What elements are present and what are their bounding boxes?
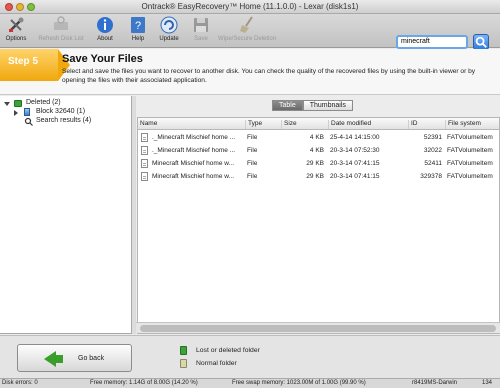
column-size[interactable]: Size (281, 120, 297, 129)
tab-thumbnails[interactable]: Thumbnails (302, 100, 353, 111)
disk-errors: Disk errors: 0 (2, 380, 38, 386)
refresh-disk-icon (54, 16, 68, 30)
folder-tree: Deleted (2) Block 32640 (1) Search resul… (0, 96, 132, 334)
search-input[interactable]: minecraft (396, 35, 468, 49)
update-icon (160, 16, 178, 34)
title-bar: Ontrack® EasyRecovery™ Home (11.1.0.0) -… (0, 0, 500, 14)
about-button[interactable]: About (93, 16, 117, 46)
search-icon (475, 36, 487, 48)
free-memory: Free memory: 1.14G of 8.00G (14.20 %) (90, 380, 198, 386)
results-panel: Table Thumbnails Name Type Size Date mod… (136, 96, 500, 334)
file-icon (141, 146, 148, 155)
lost-folder-icon (14, 100, 22, 107)
search-button[interactable] (473, 34, 489, 50)
tab-table[interactable]: Table (272, 100, 303, 111)
build-info: r8419MS-Darwin (412, 380, 458, 386)
table-row[interactable]: ._Minecraft Mischief home ... File 4 KB … (138, 144, 499, 157)
table-header: Name Type Size Date modified ID File sys… (138, 118, 499, 130)
column-type[interactable]: Type (245, 120, 262, 129)
file-icon (141, 159, 148, 168)
broom-icon (240, 16, 253, 33)
folder-legend: Lost or deleted folder Normal folder (176, 344, 500, 374)
options-button[interactable]: Options (3, 16, 29, 46)
tools-icon (9, 17, 24, 32)
window-title: Ontrack® EasyRecovery™ Home (11.1.0.0) -… (141, 2, 359, 11)
update-button[interactable]: Update (156, 16, 182, 46)
horizontal-scrollbar[interactable] (136, 322, 500, 333)
file-icon (141, 133, 148, 142)
file-table: Name Type Size Date modified ID File sys… (137, 117, 500, 334)
free-swap-memory: Free swap memory: 1023.00M of 1.00G (99.… (232, 380, 366, 386)
scrollbar-thumb[interactable] (140, 325, 496, 332)
help-icon: ? (131, 17, 145, 33)
step-title: Save Your Files (62, 53, 143, 65)
column-id[interactable]: ID (408, 120, 418, 129)
help-button[interactable]: ? Help (127, 16, 149, 46)
step-badge: Step 5 (0, 49, 70, 81)
info-icon (97, 17, 113, 33)
disclosure-open-icon[interactable] (4, 102, 10, 106)
view-tabs: Table Thumbnails (272, 100, 353, 111)
toolbar: Options Refresh Disk List About ? Help U… (0, 14, 500, 50)
table-row[interactable]: Minecraft Mischief home w... File 29 KB … (138, 157, 499, 170)
file-icon (141, 172, 148, 181)
disclosure-closed-icon[interactable] (14, 110, 18, 116)
column-date-modified[interactable]: Date modified (328, 120, 371, 129)
magnifier-icon (24, 117, 33, 126)
block-icon (24, 108, 30, 116)
column-name[interactable]: Name (138, 120, 157, 129)
table-row[interactable]: ._Minecraft Mischief home ... File 4 KB … (138, 131, 499, 144)
step-banner: Step 5 Save Your Files Select and save t… (0, 49, 500, 95)
action-bar: Go back Lost or deleted folder Normal fo… (0, 335, 500, 378)
svg-text:?: ? (135, 20, 141, 32)
table-row[interactable]: Minecraft Mischief home w... File 29 KB … (138, 170, 499, 183)
refresh-disk-list-button[interactable]: Refresh Disk List (34, 16, 88, 46)
step-description: Select and save the files you want to re… (62, 68, 476, 84)
save-button[interactable]: Save (190, 16, 212, 46)
save-icon (194, 18, 208, 32)
lost-folder-icon (180, 346, 187, 355)
status-bar: Disk errors: 0 Free memory: 1.14G of 8.0… (0, 378, 500, 388)
go-back-button[interactable]: Go back (17, 344, 132, 372)
item-count: 134 (482, 380, 493, 386)
normal-folder-icon (180, 359, 187, 368)
column-file-system[interactable]: File system (445, 120, 481, 129)
wipe-secure-deletion-button[interactable]: Wipe/Secure Deletion (218, 16, 276, 46)
